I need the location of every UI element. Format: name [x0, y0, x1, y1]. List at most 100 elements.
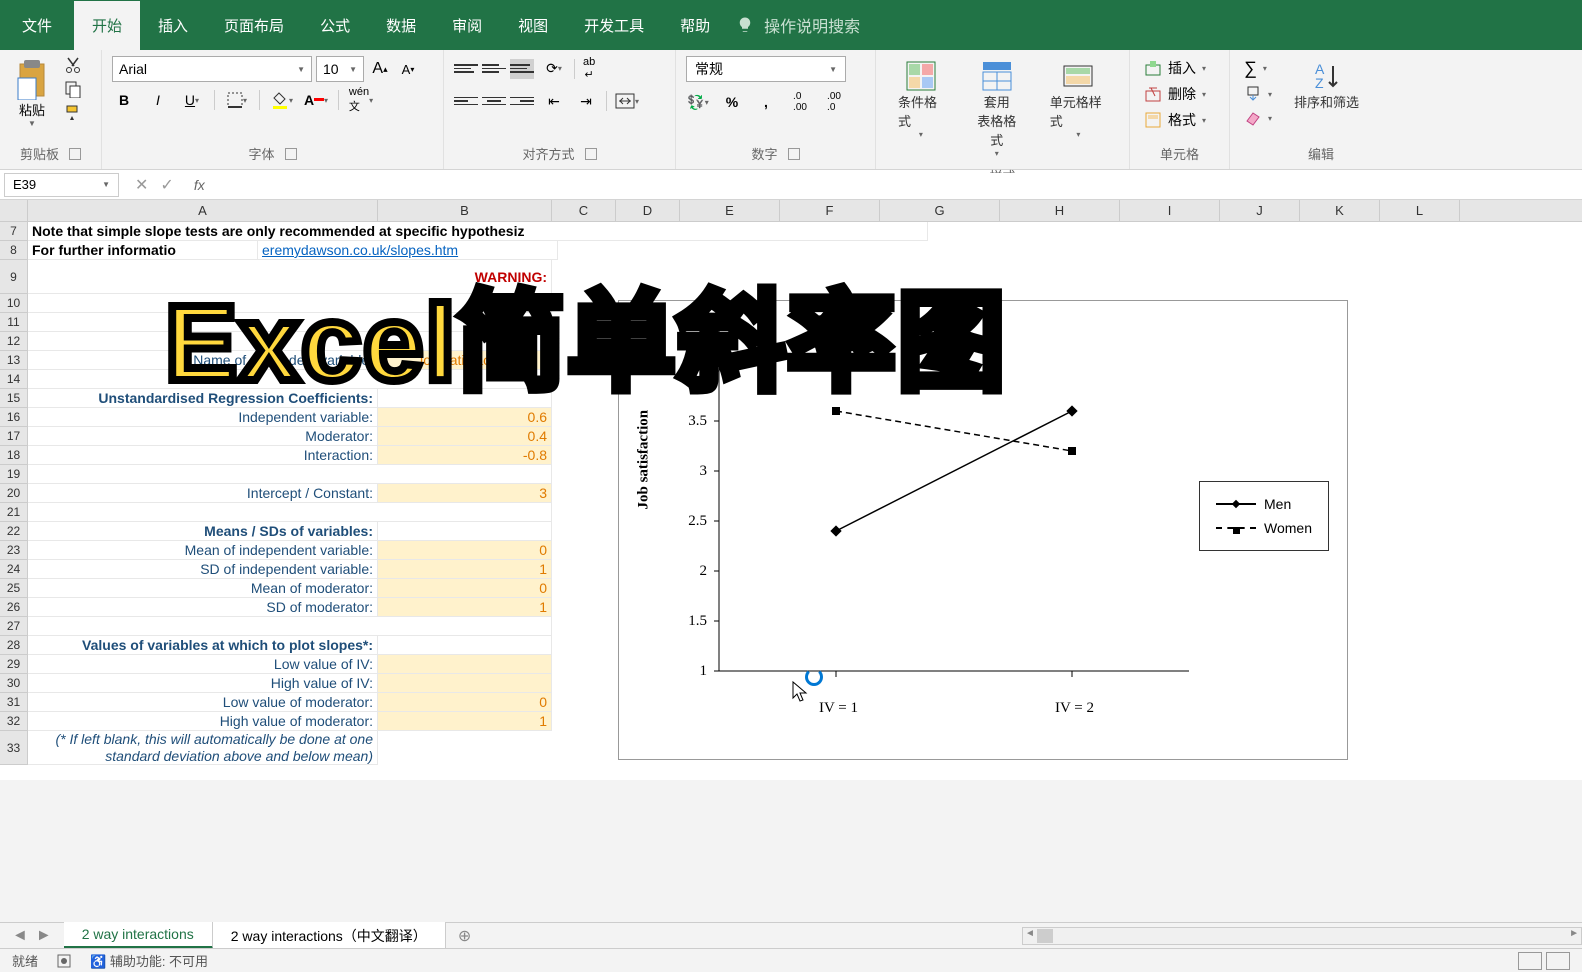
col-header-F[interactable]: F: [780, 200, 880, 221]
col-header-B[interactable]: B: [378, 200, 552, 221]
sheet-tab-2[interactable]: 2 way interactions（中文翻译）: [213, 922, 446, 950]
cell[interactable]: Mean of independent variable:: [28, 541, 378, 560]
font-size-select[interactable]: 10▼: [316, 56, 364, 82]
cell[interactable]: 1: [378, 712, 552, 731]
align-center-icon[interactable]: [482, 91, 506, 111]
col-header-G[interactable]: G: [880, 200, 1000, 221]
tab-file[interactable]: 文件: [0, 1, 74, 50]
format-cells-button[interactable]: 格式 ▾: [1140, 108, 1210, 132]
select-all-corner[interactable]: [0, 200, 28, 221]
col-header-H[interactable]: H: [1000, 200, 1120, 221]
currency-button[interactable]: 💱 ▾: [686, 90, 710, 114]
row-header[interactable]: 23: [0, 541, 28, 560]
align-bottom-icon[interactable]: [510, 59, 534, 79]
accessibility-status[interactable]: ♿ 辅助功能: 不可用: [90, 951, 208, 970]
cell[interactable]: Note that simple slope tests are only re…: [28, 222, 928, 241]
cancel-formula-icon[interactable]: ✕: [135, 175, 148, 195]
cell[interactable]: Values of variables at which to plot slo…: [28, 636, 378, 655]
cell[interactable]: -0.8: [378, 446, 552, 465]
cell[interactable]: 0: [378, 541, 552, 560]
macro-record-icon[interactable]: [56, 953, 72, 969]
paste-button[interactable]: 粘贴 ▼: [10, 56, 54, 132]
percent-button[interactable]: %: [720, 90, 744, 114]
decrease-indent-icon[interactable]: ⇤: [542, 89, 566, 113]
row-header[interactable]: 11: [0, 313, 28, 332]
tab-home[interactable]: 开始: [74, 1, 140, 50]
cell[interactable]: 0.4: [378, 427, 552, 446]
tab-review[interactable]: 审阅: [434, 1, 500, 50]
cell[interactable]: 0: [378, 693, 552, 712]
name-box[interactable]: E39▼: [4, 173, 119, 197]
cell[interactable]: SD of moderator:: [28, 598, 378, 617]
increase-indent-icon[interactable]: ⇥: [574, 89, 598, 113]
font-color-button[interactable]: A ▾: [304, 88, 328, 112]
bold-button[interactable]: B: [112, 88, 136, 112]
align-right-icon[interactable]: [510, 91, 534, 111]
row-header[interactable]: 12: [0, 332, 28, 351]
row-header[interactable]: 30: [0, 674, 28, 693]
cell[interactable]: Intercept / Constant:: [28, 484, 378, 503]
row-header[interactable]: 26: [0, 598, 28, 617]
fx-icon[interactable]: fx: [186, 177, 213, 193]
cell[interactable]: [28, 503, 552, 522]
col-header-E[interactable]: E: [680, 200, 780, 221]
decrease-font-icon[interactable]: A▾: [396, 57, 420, 81]
tab-nav-next-icon[interactable]: ►: [36, 927, 52, 945]
wrap-text-button[interactable]: ab↵: [583, 56, 595, 81]
conditional-format-button[interactable]: 条件格式▾: [886, 56, 956, 143]
align-top-icon[interactable]: [454, 59, 478, 79]
tab-insert[interactable]: 插入: [140, 1, 206, 50]
border-button[interactable]: ▾: [225, 88, 249, 112]
tab-view[interactable]: 视图: [500, 1, 566, 50]
cell[interactable]: (* If left blank, this will automaticall…: [28, 731, 378, 765]
horizontal-scrollbar[interactable]: ◄ ►: [1022, 927, 1582, 945]
cell[interactable]: [378, 522, 552, 541]
row-header[interactable]: 22: [0, 522, 28, 541]
cell[interactable]: Moderator:: [28, 427, 378, 446]
row-header[interactable]: 17: [0, 427, 28, 446]
row-header[interactable]: 33: [0, 731, 28, 765]
row-header[interactable]: 20: [0, 484, 28, 503]
row-header[interactable]: 19: [0, 465, 28, 484]
cell[interactable]: [28, 465, 552, 484]
row-header[interactable]: 25: [0, 579, 28, 598]
cell[interactable]: 0: [378, 579, 552, 598]
font-dialog-launcher[interactable]: [285, 148, 297, 160]
page-layout-view-button[interactable]: [1546, 952, 1570, 970]
col-header-L[interactable]: L: [1380, 200, 1460, 221]
alignment-dialog-launcher[interactable]: [585, 148, 597, 160]
row-header[interactable]: 8: [0, 241, 28, 260]
cell[interactable]: Means / SDs of variables:: [28, 522, 378, 541]
tab-nav-prev-icon[interactable]: ◄: [12, 927, 28, 945]
cell[interactable]: High value of moderator:: [28, 712, 378, 731]
row-header[interactable]: 10: [0, 294, 28, 313]
cell[interactable]: Mean of moderator:: [28, 579, 378, 598]
number-format-select[interactable]: 常规▼: [686, 56, 846, 82]
format-table-button[interactable]: 套用 表格格式▾: [962, 56, 1032, 162]
tab-developer[interactable]: 开发工具: [566, 1, 662, 50]
tab-formulas[interactable]: 公式: [302, 1, 368, 50]
row-header[interactable]: 31: [0, 693, 28, 712]
cut-icon[interactable]: [64, 56, 82, 74]
cell[interactable]: [28, 617, 552, 636]
col-header-J[interactable]: J: [1220, 200, 1300, 221]
fill-button[interactable]: ▾: [1240, 83, 1276, 105]
cell[interactable]: Low value of moderator:: [28, 693, 378, 712]
copy-icon[interactable]: [64, 80, 82, 98]
col-header-I[interactable]: I: [1120, 200, 1220, 221]
row-header[interactable]: 15: [0, 389, 28, 408]
font-name-select[interactable]: Arial▼: [112, 56, 312, 82]
cell[interactable]: Low value of IV:: [28, 655, 378, 674]
cell[interactable]: SD of independent variable:: [28, 560, 378, 579]
row-header[interactable]: 13: [0, 351, 28, 370]
orientation-button[interactable]: ⟳ ▾: [542, 57, 566, 81]
clipboard-dialog-launcher[interactable]: [69, 148, 81, 160]
italic-button[interactable]: I: [146, 88, 170, 112]
increase-font-icon[interactable]: A▴: [368, 57, 392, 81]
number-dialog-launcher[interactable]: [788, 148, 800, 160]
row-header[interactable]: 24: [0, 560, 28, 579]
cell[interactable]: 1: [378, 598, 552, 617]
col-header-K[interactable]: K: [1300, 200, 1380, 221]
cell[interactable]: 3: [378, 484, 552, 503]
tab-data[interactable]: 数据: [368, 1, 434, 50]
